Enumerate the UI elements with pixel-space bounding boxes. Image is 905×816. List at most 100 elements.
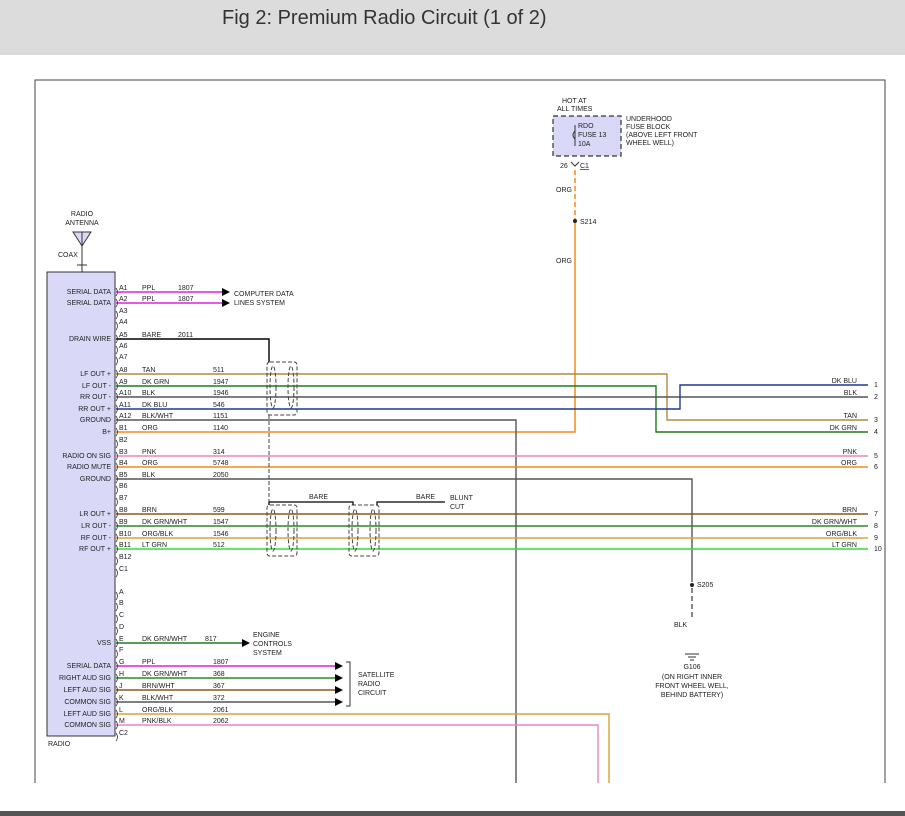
wire-color-label: ORG/BLK — [142, 531, 173, 538]
circuit-number: 372 — [213, 695, 225, 702]
wire-b5 — [116, 478, 693, 582]
pin-function: LR OUT - — [81, 523, 111, 530]
wire-color-label: PPL — [142, 296, 155, 303]
arrow-vss-icon — [242, 639, 250, 647]
pin-function: RR OUT - — [80, 394, 112, 401]
output-labels: DK BLU 1 BLK 2 TAN 3 DK GRN 4 PNK 5 ORG 6 BRN 7 DK GRN… — [812, 378, 882, 553]
circuit-number: 5748 — [213, 460, 229, 467]
pin-function: LR OUT + — [79, 511, 111, 518]
pin-function: COMMON SIG — [64, 722, 111, 729]
wire-b-plus — [116, 223, 576, 433]
circuit-number: 599 — [213, 507, 225, 514]
pin-tick — [115, 591, 118, 601]
pin-function: GROUND — [80, 417, 111, 424]
ground-wire-color: BLK — [674, 622, 688, 629]
twist-3b — [369, 508, 377, 552]
ground-location-1: (ON RIGHT INNER — [662, 674, 722, 681]
pin-id: C2 — [119, 730, 128, 737]
wire-color-label: PPL — [142, 659, 155, 666]
bare-link — [268, 501, 354, 505]
wire-a5-drain — [116, 338, 270, 362]
splice-s214 — [573, 219, 577, 223]
wire-color-label: ORG/BLK — [142, 707, 173, 714]
wire-color-label: DK GRN — [142, 379, 169, 386]
hot-label-2: ALL TIMES — [557, 106, 593, 113]
pin-id: B9 — [119, 519, 128, 526]
wire-color-label: DK GRN/WHT — [142, 519, 188, 526]
output-color-label: DK BLU — [832, 378, 857, 385]
output-number: 9 — [874, 535, 878, 542]
pin-id: A10 — [119, 390, 132, 397]
pin-id: B5 — [119, 472, 128, 479]
twist-3a — [351, 508, 359, 552]
wire-color-label: PPL — [142, 285, 155, 292]
connector-icon — [570, 161, 580, 167]
pin-id: B1 — [119, 425, 128, 432]
wire-color-label: PNK — [142, 449, 157, 456]
arrow-k-icon — [335, 698, 343, 706]
pin-id: B3 — [119, 449, 128, 456]
wire-color-label: DK GRN/WHT — [142, 671, 188, 678]
pin-id: L — [119, 707, 123, 714]
bare-blunt — [376, 501, 445, 505]
ground-location-3: BEHIND BATTERY) — [661, 692, 723, 699]
wire-color-label: DK GRN/WHT — [142, 636, 188, 643]
pin-id: B4 — [119, 460, 128, 467]
pin-id: A11 — [119, 402, 131, 409]
pin-function: SERIAL DATA — [67, 663, 112, 670]
pin-id: K — [119, 695, 124, 702]
coax-label: COAX — [58, 252, 78, 259]
pin-function: RF OUT + — [79, 546, 111, 553]
pin-id: M — [119, 718, 125, 725]
pin-id: A4 — [119, 319, 128, 326]
pin-id: C — [119, 612, 124, 619]
computer-data-label-2: LINES SYSTEM — [234, 300, 285, 307]
wire-m — [116, 724, 599, 783]
wire-color-label: TAN — [142, 367, 155, 374]
engine-controls-label-2: CONTROLS — [253, 641, 292, 648]
circuit-number: 1807 — [178, 296, 194, 303]
circuit-number: 2050 — [213, 472, 229, 479]
pin-function: RIGHT AUD SIG — [59, 675, 111, 682]
wire-color-label: BLK — [142, 472, 156, 479]
pin-id: G — [119, 659, 124, 666]
wiring-diagram: RADIO ANTENNA COAX RADIO HOT AT ALL TIME… — [34, 79, 886, 783]
fuse-connector: C1 — [580, 163, 589, 170]
pin-id: E — [119, 636, 124, 643]
pin-id: B12 — [119, 554, 132, 561]
pin-function: RADIO ON SIG — [62, 453, 111, 460]
twist-2a — [269, 508, 277, 552]
circuit-number: 2062 — [213, 718, 229, 725]
wire-color-label: PNK/BLK — [142, 718, 172, 725]
output-color-label: DK GRN — [830, 425, 857, 432]
arrow-a1-icon — [222, 288, 230, 296]
pin-tick — [115, 497, 118, 507]
pin-id: A2 — [119, 296, 128, 303]
pin-id: A6 — [119, 343, 128, 350]
pin-tick — [115, 614, 118, 624]
arrow-g-icon — [335, 662, 343, 670]
pin-tick — [115, 568, 118, 578]
pin-tick — [115, 649, 118, 659]
fuse-block-label-1: UNDERHOOD — [626, 116, 672, 123]
wire-color-label: BLK — [142, 390, 156, 397]
pin-id: B7 — [119, 495, 128, 502]
output-color-label: PNK — [843, 449, 858, 456]
pin-function: LEFT AUD SIG — [64, 687, 111, 694]
circuit-number: 1807 — [213, 659, 229, 666]
pin-id: A5 — [119, 332, 128, 339]
satellite-label-2: RADIO — [358, 681, 381, 688]
bottom-rule — [0, 811, 905, 816]
radio-label: RADIO — [48, 741, 71, 748]
output-number: 5 — [874, 453, 878, 460]
pin-tick — [115, 356, 118, 366]
wire-color-label: BRN — [142, 507, 157, 514]
pin-tick — [115, 310, 118, 320]
bare-label-2: BARE — [416, 494, 435, 501]
output-number: 2 — [874, 394, 878, 401]
circuit-number: 1546 — [213, 531, 229, 538]
satellite-bracket — [346, 661, 351, 707]
output-number: 8 — [874, 523, 878, 530]
pin-id: B11 — [119, 542, 131, 549]
ground-icon — [685, 653, 699, 661]
